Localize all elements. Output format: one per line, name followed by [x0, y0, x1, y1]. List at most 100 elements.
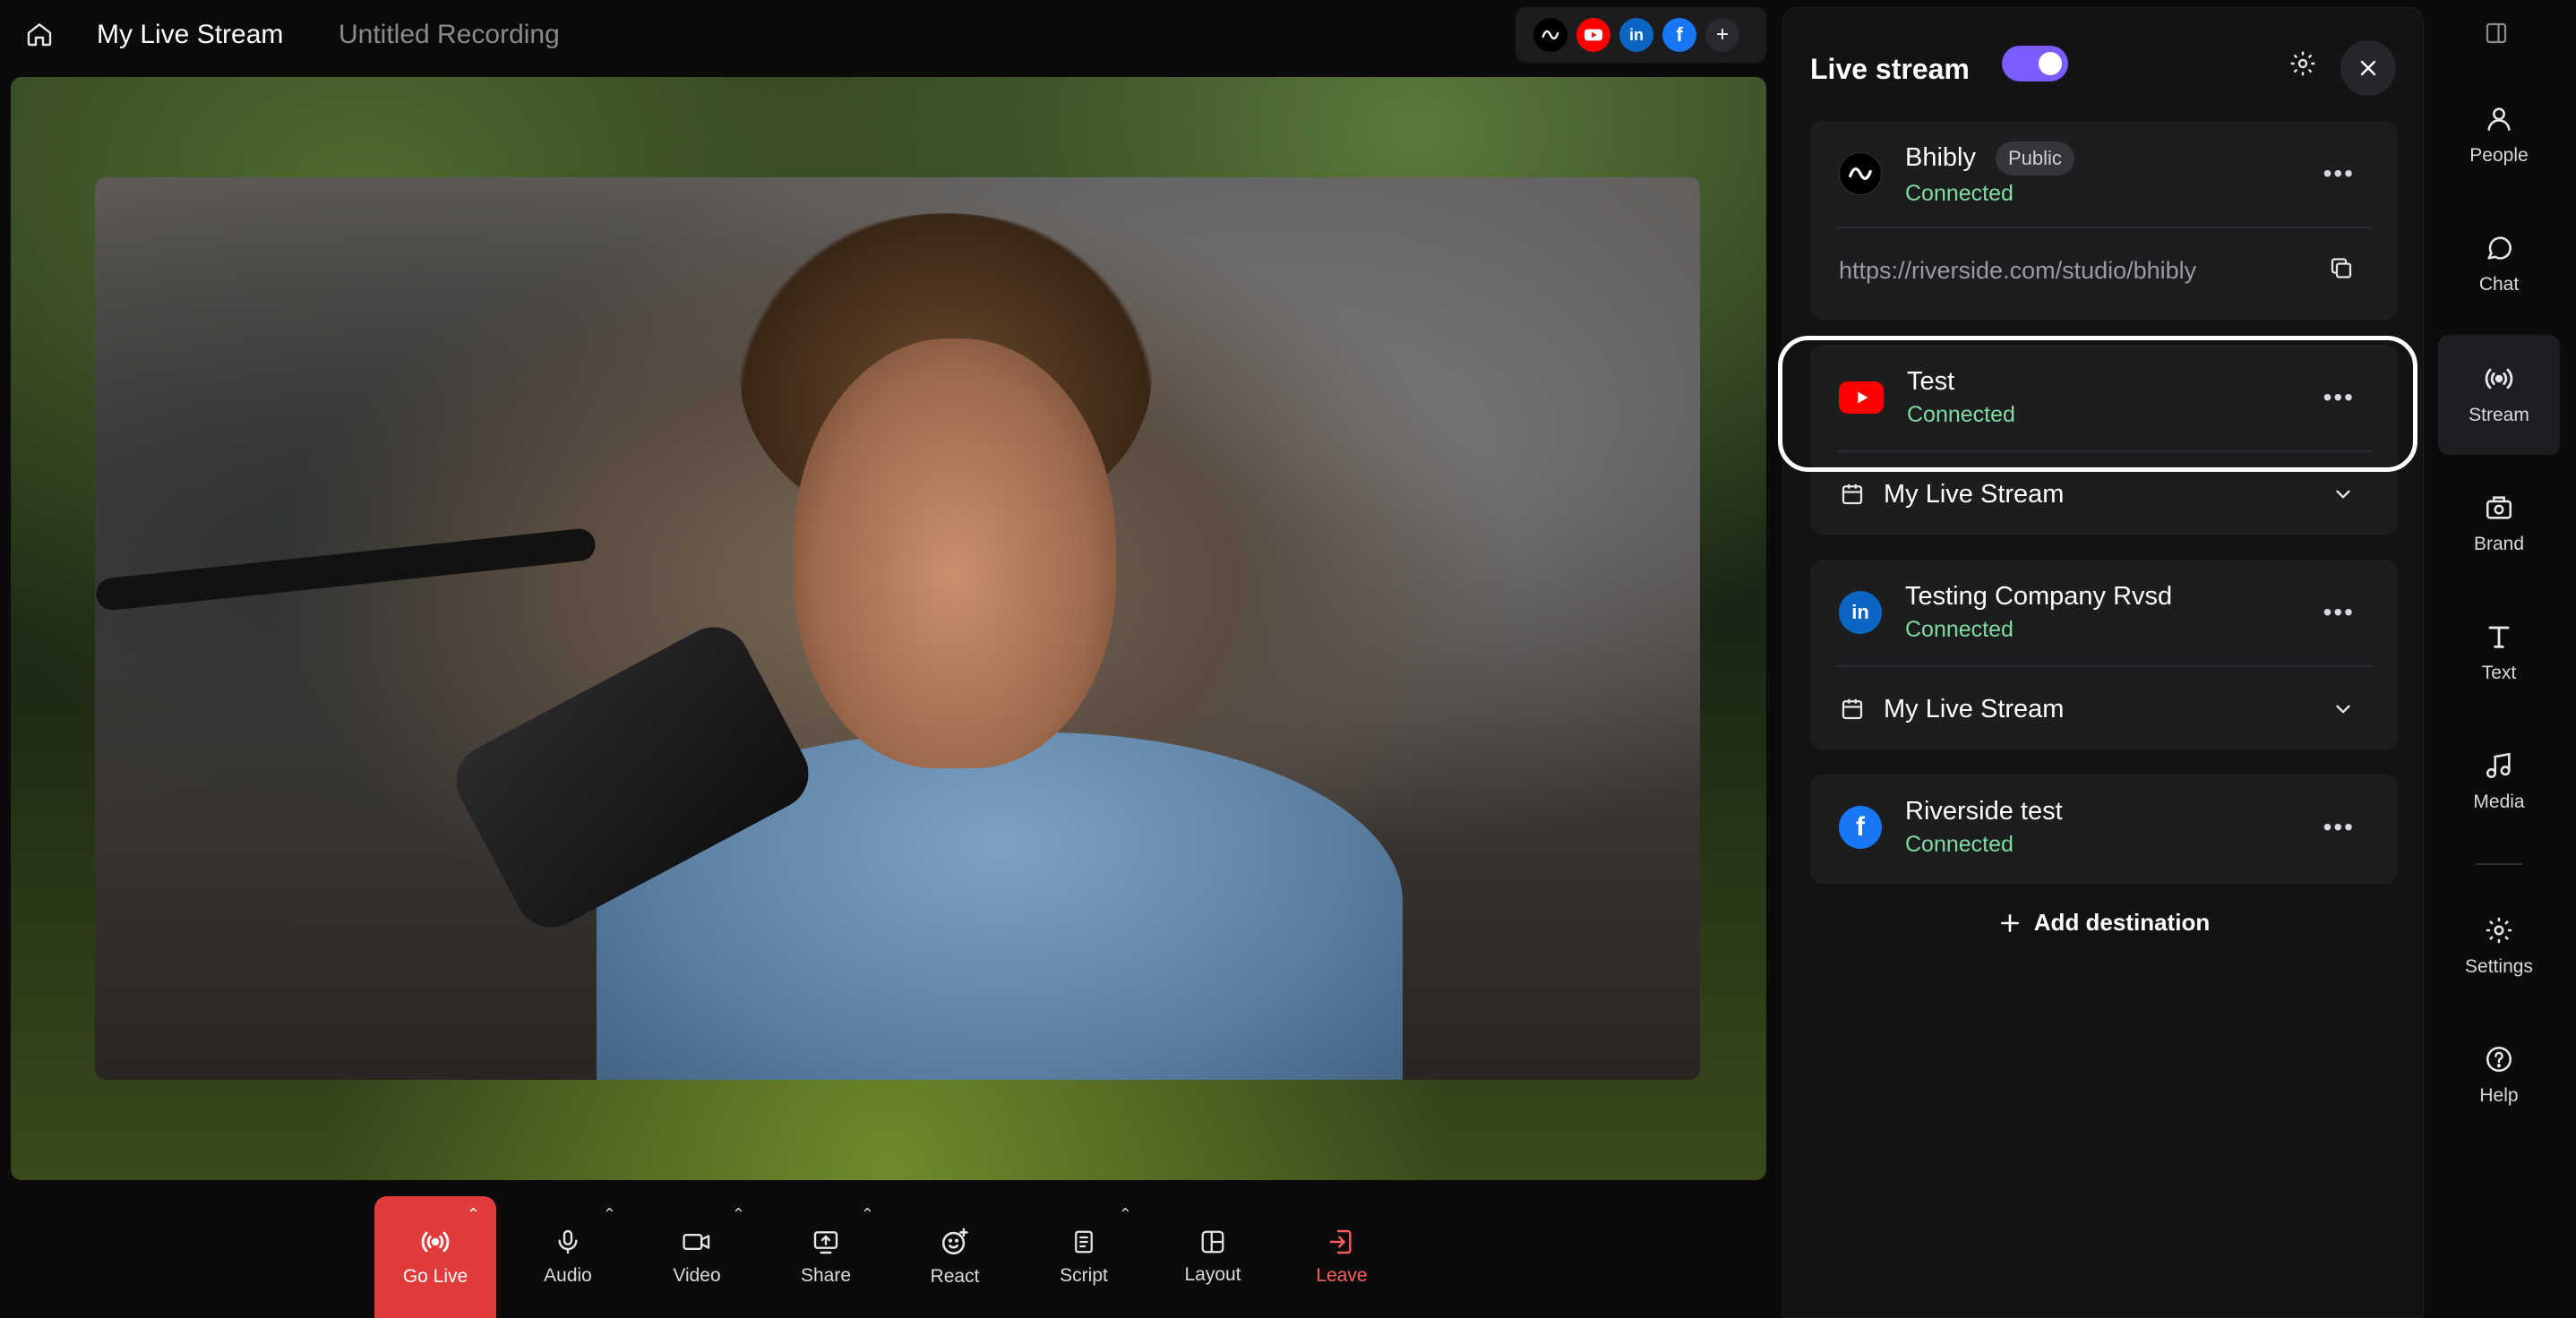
stream-settings-button[interactable] [2280, 40, 2326, 87]
destination-name: Riverside test [1905, 797, 2063, 826]
sidebar-item-brand[interactable]: Brand [2438, 464, 2560, 584]
connection-status: Connected [1905, 832, 2014, 857]
schedule-text: My Live Stream [1884, 694, 2065, 723]
layout-button[interactable]: Layout [1148, 1196, 1277, 1318]
stream-title[interactable]: My Live Stream [97, 20, 283, 50]
layout-icon [1201, 1230, 1224, 1254]
audio-button[interactable]: ⌃ Audio [503, 1196, 632, 1318]
screen-share-icon [813, 1231, 838, 1254]
destination-card-facebook: f Riverside test Connected ••• [1810, 775, 2398, 884]
copy-icon [2331, 258, 2352, 278]
sidebar-item-label: People [2469, 145, 2529, 166]
caret-up-icon[interactable]: ⌃ [603, 1205, 616, 1224]
live-stream-panel: Live stream Bhibly Public Connected ••• … [1778, 7, 2424, 1318]
recording-title[interactable]: Untitled Recording [339, 20, 560, 50]
collapse-panel-button[interactable] [2483, 20, 2510, 51]
riverside-icon[interactable] [1533, 18, 1567, 52]
destination-card-bhibly: Bhibly Public Connected ••• https://rive… [1810, 121, 2398, 320]
facebook-icon: f [1839, 806, 1882, 849]
bottom-controls: ⌃ Go Live ⌃ Audio ⌃ Video ⌃ Share React … [374, 1196, 1406, 1318]
more-options-icon[interactable]: ••• [2323, 598, 2355, 627]
linkedin-icon[interactable]: in [1619, 18, 1653, 52]
live-stream-toggle[interactable] [2002, 46, 2068, 81]
schedule-select[interactable]: My Live Stream [1810, 667, 2398, 751]
broadcast-icon [2485, 368, 2513, 389]
sidebar-item-text[interactable]: Text [2438, 593, 2560, 713]
script-button[interactable]: ⌃ Script [1019, 1196, 1148, 1318]
home-button[interactable] [21, 16, 57, 52]
youtube-icon [1839, 381, 1884, 414]
destination-card-linkedin: in Testing Company Rvsd Connected ••• My… [1810, 560, 2398, 749]
home-icon [27, 23, 52, 47]
sidebar-item-stream[interactable]: Stream [2438, 335, 2560, 455]
destination-strip[interactable]: in f + [1516, 7, 1766, 63]
video-button[interactable]: ⌃ Video [632, 1196, 761, 1318]
layout-label: Layout [1184, 1264, 1241, 1285]
studio-url-row: https://riverside.com/studio/bhibly [1810, 228, 2398, 312]
exit-icon [1329, 1229, 1352, 1254]
script-label: Script [1060, 1265, 1108, 1286]
youtube-icon[interactable] [1576, 18, 1610, 52]
connection-status: Connected [1905, 180, 2014, 206]
calendar-icon [1842, 698, 1863, 720]
more-options-icon[interactable]: ••• [2323, 383, 2355, 412]
caret-up-icon[interactable]: ⌃ [467, 1205, 480, 1224]
sidebar-item-label: Media [2473, 792, 2525, 812]
close-panel-button[interactable] [2340, 40, 2396, 96]
gear-icon [2486, 917, 2512, 944]
sidebar-item-chat[interactable]: Chat [2438, 204, 2560, 324]
caret-up-icon[interactable]: ⌃ [732, 1205, 745, 1224]
facebook-icon[interactable]: f [1662, 18, 1696, 52]
share-label: Share [800, 1265, 852, 1286]
destination-card-test: Test Connected ••• My Live Stream [1778, 336, 2417, 536]
share-button[interactable]: ⌃ Share [761, 1196, 890, 1318]
panel-title: Live stream [1810, 53, 1970, 85]
studio-url: https://riverside.com/studio/bhibly [1839, 256, 2197, 284]
add-destination-label: Add destination [2033, 909, 2211, 936]
connection-status: Connected [1907, 402, 2015, 427]
stage-background [11, 77, 1766, 1180]
more-options-icon[interactable]: ••• [2323, 159, 2355, 188]
react-button[interactable]: React [890, 1196, 1019, 1318]
schedule-select[interactable]: My Live Stream [1810, 452, 2398, 536]
sidebar-item-label: Settings [2465, 956, 2533, 977]
broadcast-icon [421, 1231, 450, 1253]
sidebar-toggle-icon [2486, 22, 2507, 44]
plus-icon[interactable]: + [1705, 18, 1739, 52]
audio-label: Audio [544, 1265, 592, 1286]
go-live-button[interactable]: ⌃ Go Live [374, 1196, 496, 1318]
chat-icon [2487, 236, 2512, 260]
sidebar-item-settings[interactable]: Settings [2438, 886, 2560, 1006]
copy-url-button[interactable] [2328, 255, 2355, 287]
plus-icon [2000, 913, 2019, 932]
sidebar-item-help[interactable]: Help [2438, 1015, 2560, 1135]
destination-name: Bhibly [1905, 143, 1976, 172]
destination-row[interactable]: f Riverside test Connected ••• [1810, 775, 2398, 880]
leave-label: Leave [1316, 1265, 1368, 1286]
go-live-label: Go Live [402, 1266, 468, 1287]
close-icon [2360, 60, 2376, 76]
chevron-down-icon [2336, 490, 2350, 499]
destination-row[interactable]: Test Connected ••• [1810, 345, 2398, 450]
sidebar-item-label: Stream [2469, 405, 2529, 425]
more-options-icon[interactable]: ••• [2323, 813, 2355, 842]
help-icon [2486, 1046, 2512, 1073]
gear-icon [2290, 51, 2315, 76]
caret-up-icon[interactable]: ⌃ [861, 1205, 874, 1224]
sidebar-item-media[interactable]: Media [2438, 722, 2560, 842]
music-note-icon [2486, 752, 2511, 779]
leave-button[interactable]: Leave [1277, 1196, 1406, 1318]
destination-row[interactable]: Bhibly Public Connected ••• [1810, 121, 2398, 227]
sidebar-item-people[interactable]: People [2438, 75, 2560, 195]
camera-icon [683, 1233, 710, 1251]
chevron-down-icon [2336, 705, 2350, 714]
person-icon [2487, 107, 2511, 131]
destination-row[interactable]: in Testing Company Rvsd Connected ••• [1810, 560, 2398, 665]
linkedin-icon: in [1839, 591, 1882, 634]
destination-name: Test [1907, 367, 1955, 396]
react-label: React [930, 1266, 980, 1287]
riverside-icon [1839, 152, 1882, 195]
caret-up-icon[interactable]: ⌃ [1119, 1205, 1132, 1224]
add-destination-button[interactable]: Add destination [1810, 909, 2398, 937]
camera-feed[interactable] [95, 177, 1700, 1080]
